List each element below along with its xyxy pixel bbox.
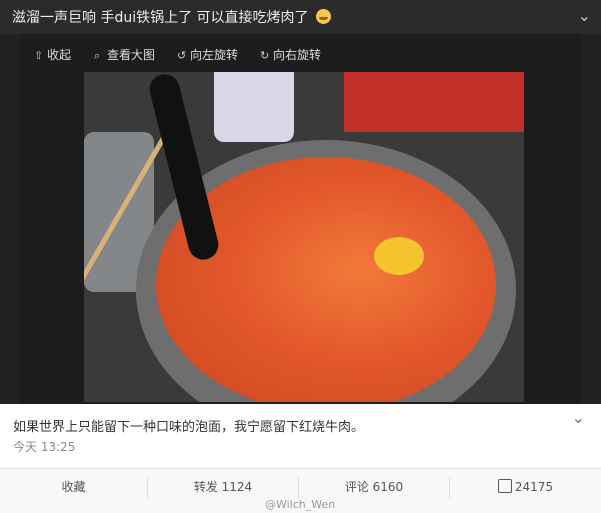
- image-toolbar: ⇧ 收起 ⌕ 查看大图 ↺ 向左旋转 ↻ 向右旋转: [20, 34, 581, 74]
- rotate-right-button[interactable]: ↻ 向右旋转: [260, 46, 321, 63]
- photo-egg: [374, 237, 424, 275]
- collapse-label: 收起: [47, 48, 72, 62]
- rotate-left-icon: ↺: [177, 49, 187, 62]
- like-button[interactable]: 24175: [450, 469, 601, 513]
- photo-soup: [156, 157, 496, 402]
- post-time: 今天 13:25: [13, 440, 76, 454]
- comment-label: 评论 6160: [344, 480, 404, 494]
- photo-cup: [214, 72, 294, 142]
- chevron-down-icon[interactable]: ⌄: [578, 6, 591, 25]
- post-photo[interactable]: [84, 72, 524, 402]
- collapse-button[interactable]: ⇧ 收起: [34, 46, 71, 63]
- view-large-button[interactable]: ⌕ 查看大图: [94, 46, 155, 63]
- like-count: 24175: [514, 480, 554, 494]
- post-text-content: 滋溜一声巨响 手dui铁锅上了 可以直接吃烤肉了: [12, 10, 309, 26]
- rotate-left-label: 向左旋转: [190, 48, 239, 62]
- chevron-down-icon[interactable]: ⌄: [572, 408, 585, 427]
- repost-label: 转发 1124: [193, 480, 253, 494]
- laughing-face-emoji-icon: [316, 9, 332, 24]
- photo-watermark: @Wilch_Wen: [265, 498, 336, 511]
- collapse-icon: ⇧: [34, 49, 44, 62]
- post-header: 滋溜一声巨响 手dui铁锅上了 可以直接吃烤肉了 ⌄: [0, 0, 601, 34]
- rotate-left-button[interactable]: ↺ 向左旋转: [177, 46, 238, 63]
- post-caption: 如果世界上只能留下一种口味的泡面，我宁愿留下红烧牛肉。: [13, 420, 365, 435]
- favorite-label: 收藏: [61, 480, 86, 494]
- thumbs-up-icon: [497, 479, 512, 493]
- post-info-card: 如果世界上只能留下一种口味的泡面，我宁愿留下红烧牛肉。 ⌄ 今天 13:25 收…: [0, 404, 601, 513]
- rotate-right-icon: ↻: [260, 49, 270, 62]
- view-large-label: 查看大图: [107, 48, 156, 62]
- rotate-right-label: 向右旋转: [273, 48, 322, 62]
- photo-red-pot: [344, 72, 524, 132]
- favorite-button[interactable]: 收藏: [0, 469, 147, 513]
- post-text: 滋溜一声巨响 手dui铁锅上了 可以直接吃烤肉了: [12, 7, 332, 27]
- search-icon: ⌕: [94, 49, 101, 62]
